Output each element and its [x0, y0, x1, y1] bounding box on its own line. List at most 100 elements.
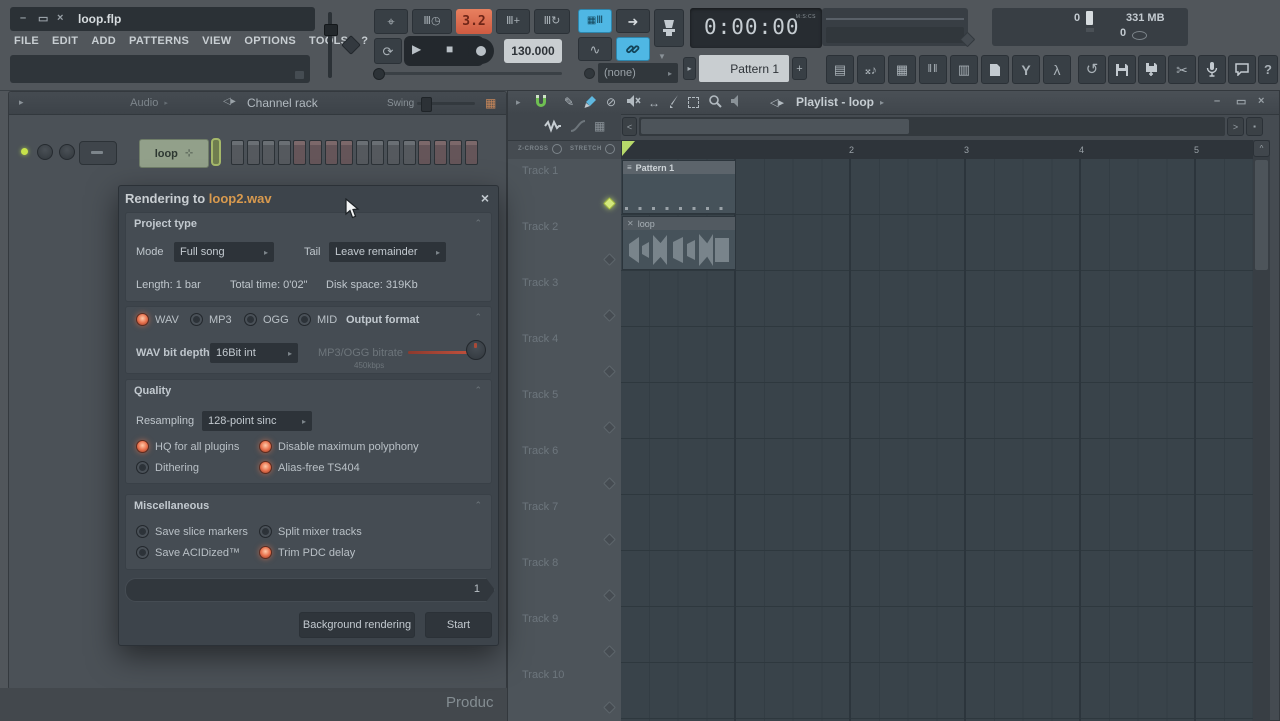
channel-pan-knob[interactable]: [37, 144, 53, 160]
step-button[interactable]: [356, 140, 369, 165]
bitrate-knob[interactable]: [466, 340, 486, 360]
rack-grid-icon[interactable]: ▦: [485, 96, 496, 110]
timeline[interactable]: 2 3 4 5 6: [621, 140, 1253, 160]
tap-pedal-icon[interactable]: λ: [1043, 55, 1071, 84]
maximize-icon[interactable]: ▭: [38, 12, 48, 25]
playlist-grid[interactable]: ≡ Pattern 1 ✕ loop: [621, 159, 1253, 721]
section-header[interactable]: Quality: [126, 380, 491, 397]
channel-rack-toggle-icon[interactable]: ▦: [888, 55, 916, 84]
option-dithering[interactable]: Dithering: [136, 461, 199, 474]
scroll-right-button[interactable]: >: [1227, 117, 1244, 136]
piano-roll-toggle-icon[interactable]: 𝄪♪: [857, 55, 885, 84]
dialog-close-icon[interactable]: ×: [481, 190, 489, 206]
step-button[interactable]: [278, 140, 291, 165]
playlist-menu-arrow-icon[interactable]: ▸: [880, 98, 884, 107]
shuffle-slider[interactable]: [376, 72, 562, 75]
track-name[interactable]: Track 1: [522, 165, 558, 177]
mute-tool-icon[interactable]: [626, 94, 641, 108]
wait-for-input-icon[interactable]: Ⅲ◷: [412, 9, 452, 34]
track-name[interactable]: Track 8: [522, 557, 558, 569]
pattern-clip-source-icon[interactable]: ▦: [594, 119, 605, 133]
slide-record-icon[interactable]: ∿: [578, 37, 612, 61]
channel-volume-knob[interactable]: [59, 144, 75, 160]
play-button[interactable]: ▶: [412, 42, 421, 56]
repeat-button[interactable]: ⟳: [374, 38, 402, 64]
step-button[interactable]: [309, 140, 322, 165]
detach-arrow-icon[interactable]: ▸: [516, 97, 521, 108]
menu-add[interactable]: ADD: [91, 35, 116, 51]
keyboard-preview[interactable]: [211, 138, 221, 166]
pattern-prev-button[interactable]: ▸: [683, 57, 696, 80]
pattern-clip[interactable]: ≡ Pattern 1: [622, 160, 736, 214]
close-icon[interactable]: ×: [57, 12, 63, 24]
step-button[interactable]: [247, 140, 260, 165]
track-led[interactable]: [603, 477, 616, 490]
step-button[interactable]: [403, 140, 416, 165]
step-edit-icon[interactable]: ▦Ⅲ: [578, 9, 612, 33]
playback-tool-icon[interactable]: ↔: [648, 96, 660, 110]
track-name[interactable]: Track 2: [522, 221, 558, 233]
track-led[interactable]: [603, 365, 616, 378]
menu-options[interactable]: OPTIONS: [244, 35, 296, 51]
metronome-icon[interactable]: ⌖: [374, 9, 408, 34]
channel-mute-button[interactable]: [79, 141, 117, 165]
help-icon[interactable]: ?: [1258, 55, 1278, 84]
export-cut-icon[interactable]: ✂: [1168, 55, 1196, 84]
plugin-picker-icon[interactable]: [981, 55, 1009, 84]
collapse-icon[interactable]: ⌃: [474, 385, 482, 396]
step-button[interactable]: [231, 140, 244, 165]
step-button[interactable]: [418, 140, 431, 165]
menu-patterns[interactable]: PATTERNS: [129, 35, 189, 51]
zoom-tool-icon[interactable]: [708, 94, 722, 108]
mode-dropdown[interactable]: Full song▸: [174, 242, 274, 262]
step-button[interactable]: [449, 140, 462, 165]
playlist-toggle-icon[interactable]: ▤: [826, 55, 854, 84]
chat-icon[interactable]: [1228, 55, 1256, 84]
step-button[interactable]: [262, 140, 275, 165]
tempo-display[interactable]: 130.000: [504, 39, 562, 63]
minimize-icon[interactable]: –: [20, 12, 26, 24]
section-header[interactable]: Project type: [126, 213, 491, 230]
save-as-icon[interactable]: [1138, 55, 1166, 84]
track-led[interactable]: [603, 589, 616, 602]
swing-slider[interactable]: [417, 102, 475, 105]
typing-keyboard-icon[interactable]: [654, 9, 684, 47]
format-option-ogg[interactable]: OGG: [244, 313, 289, 326]
section-header[interactable]: Miscellaneous: [126, 495, 491, 512]
master-volume-slider[interactable]: [328, 12, 332, 78]
collapse-icon[interactable]: ⌃: [474, 218, 482, 229]
menu-edit[interactable]: EDIT: [52, 35, 78, 51]
step-button[interactable]: [293, 140, 306, 165]
tail-dropdown[interactable]: Leave remainder▸: [329, 242, 446, 262]
step-button[interactable]: [371, 140, 384, 165]
detach-arrow-icon[interactable]: ▸: [19, 97, 24, 108]
step-button[interactable]: [465, 140, 478, 165]
option-slice-markers[interactable]: Save slice markers: [136, 525, 248, 538]
slice-tool-icon[interactable]: [668, 94, 681, 109]
mixer-toggle-icon[interactable]: ‖‖: [919, 55, 947, 84]
option-trim-pdc[interactable]: Trim PDC delay: [259, 546, 355, 559]
track-name[interactable]: Track 10: [522, 669, 564, 681]
audio-clip-source-icon[interactable]: [544, 119, 562, 133]
option-split-mixer[interactable]: Split mixer tracks: [259, 525, 362, 538]
track-name[interactable]: Track 3: [522, 277, 558, 289]
track-led[interactable]: [603, 421, 616, 434]
menu-view[interactable]: VIEW: [202, 35, 231, 51]
microphone-icon[interactable]: [1198, 55, 1226, 84]
track-led[interactable]: [603, 253, 616, 266]
playlist-minimize-icon[interactable]: –: [1214, 95, 1220, 107]
option-alias-free[interactable]: Alias-free TS404: [259, 461, 360, 474]
step-button[interactable]: [434, 140, 447, 165]
loop-record-icon[interactable]: Ⅲ+: [496, 9, 530, 34]
collapse-icon[interactable]: ⌃: [474, 312, 482, 323]
h-scrollbar-thumb[interactable]: [641, 119, 909, 134]
stretch-toggle[interactable]: STRETCH: [570, 144, 615, 154]
format-option-wav[interactable]: WAV: [136, 313, 179, 326]
track-name[interactable]: Track 7: [522, 501, 558, 513]
format-option-mid[interactable]: MID: [298, 313, 337, 326]
playlist-close-icon[interactable]: ×: [1258, 95, 1264, 107]
select-tool-icon[interactable]: [688, 97, 699, 108]
collapse-icon[interactable]: ⌃: [474, 500, 482, 511]
countdown-icon[interactable]: ➜: [616, 9, 650, 33]
h-scrollbar[interactable]: [639, 117, 1225, 136]
